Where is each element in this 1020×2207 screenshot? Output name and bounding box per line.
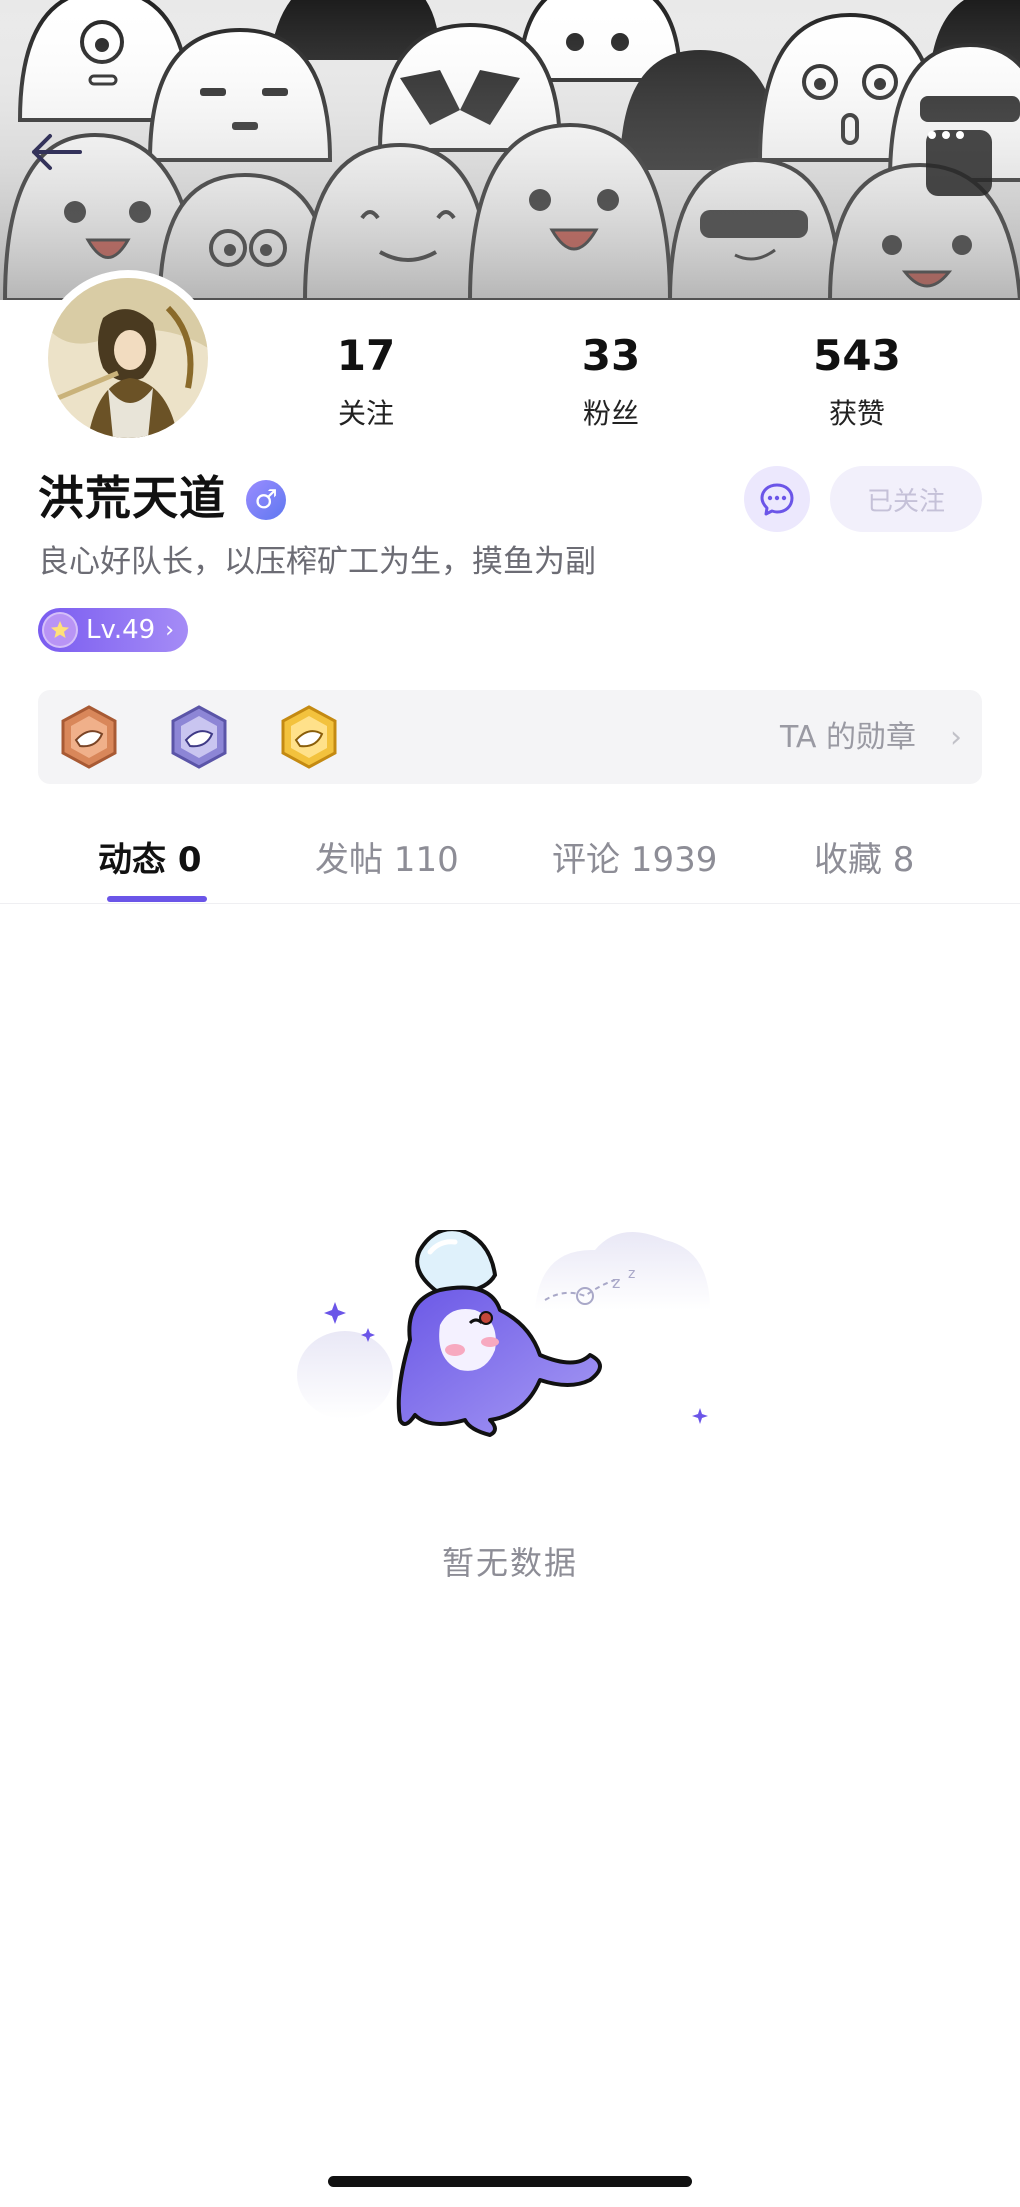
- profile-name: 洪荒天道: [38, 471, 226, 525]
- stats-row: 17 关注 33 粉丝 543 获赞: [0, 330, 1020, 440]
- followed-button[interactable]: 已关注: [830, 466, 982, 532]
- ghost-crowd-illustration: [0, 0, 1020, 300]
- chat-bubble-icon: [760, 483, 794, 516]
- stat-followers-label: 粉丝: [582, 397, 639, 430]
- tab-activity[interactable]: 动态 0: [98, 836, 202, 884]
- active-tab-indicator: [107, 896, 207, 902]
- message-button[interactable]: [744, 466, 810, 532]
- svg-text:z: z: [612, 1273, 620, 1292]
- tab-favorites[interactable]: 收藏 8: [814, 836, 914, 884]
- profile-bio: 良心好队长，以压榨矿工为生，摸鱼为副: [38, 544, 596, 580]
- tab-comments[interactable]: 评论 1939: [552, 836, 717, 884]
- svg-text:z: z: [628, 1266, 635, 1282]
- gold-medal-icon[interactable]: [276, 704, 342, 770]
- empty-state-text: 暂无数据: [441, 1544, 578, 1582]
- stat-following-value: 17: [336, 331, 396, 380]
- home-indicator[interactable]: [328, 2176, 692, 2187]
- tab-posts[interactable]: 发帖 110: [315, 836, 459, 884]
- stat-followers[interactable]: 33 粉丝: [521, 330, 701, 432]
- empty-state-illustration: z z: [290, 1227, 730, 1510]
- stat-likes[interactable]: 543 获赞: [767, 330, 947, 432]
- medals-panel[interactable]: TA 的勋章 ›: [38, 690, 982, 784]
- stat-likes-value: 543: [813, 331, 901, 380]
- more-dots-icon: [928, 131, 964, 139]
- chevron-right-icon: ›: [950, 720, 962, 755]
- level-label: Lv.49: [86, 615, 156, 645]
- stat-following[interactable]: 17 关注: [276, 330, 456, 432]
- back-arrow-icon: [32, 134, 82, 170]
- content-tabs: 动态 0 发帖 110 评论 1939 收藏 8: [0, 830, 1020, 904]
- star-icon: [42, 612, 78, 648]
- more-button[interactable]: [926, 130, 992, 196]
- purple-medal-icon[interactable]: [166, 704, 232, 770]
- back-button[interactable]: [30, 132, 98, 200]
- level-badge[interactable]: Lv.49 ›: [38, 608, 189, 652]
- chevron-right-icon: ›: [165, 617, 175, 643]
- profile-banner: [0, 0, 1020, 300]
- male-gender-icon: ♂: [246, 480, 286, 520]
- medals-label: TA 的勋章: [779, 720, 916, 755]
- stat-likes-label: 获赞: [828, 397, 885, 430]
- stat-following-label: 关注: [337, 397, 394, 430]
- bronze-medal-icon[interactable]: [56, 704, 122, 770]
- stat-followers-value: 33: [581, 331, 641, 380]
